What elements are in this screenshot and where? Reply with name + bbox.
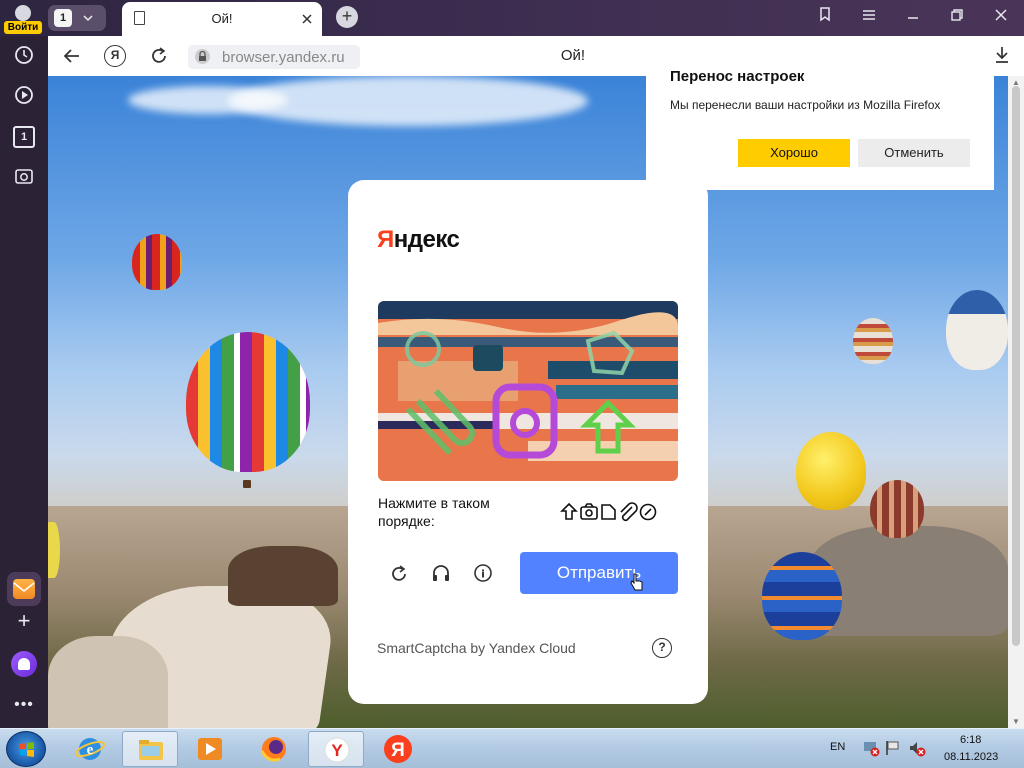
clock-date[interactable]: 08.11.2023 xyxy=(944,751,998,763)
captcha-instruction: Нажмите в таком порядке: xyxy=(378,495,490,529)
balloon-basket xyxy=(243,480,251,488)
new-tab-button[interactable]: + xyxy=(336,6,358,28)
add-panel-icon[interactable]: + xyxy=(13,610,35,632)
popup-text: Мы перенесли ваши настройки из Mozilla F… xyxy=(670,98,941,112)
firefox-icon[interactable] xyxy=(246,731,302,767)
popup-title: Перенос настроек xyxy=(670,68,805,85)
alice-assistant-icon[interactable] xyxy=(11,651,37,677)
history-icon[interactable] xyxy=(13,45,35,67)
user-avatar-icon xyxy=(15,5,31,21)
login-label: Войти xyxy=(4,21,42,34)
video-play-icon[interactable] xyxy=(13,85,35,107)
download-icon[interactable] xyxy=(992,44,1012,68)
media-player-icon[interactable] xyxy=(182,731,238,767)
file-explorer-icon[interactable] xyxy=(122,731,178,767)
yandex-logo: Яндекс xyxy=(377,226,460,254)
page-scrollbar[interactable]: ▲ ▼ xyxy=(1008,76,1024,728)
hand-cursor-icon xyxy=(630,572,644,592)
svg-text:i: i xyxy=(481,568,485,581)
refresh-captcha-icon[interactable] xyxy=(388,562,410,584)
flag-icon[interactable] xyxy=(884,739,902,760)
svg-text:e: e xyxy=(87,742,94,758)
captcha-image[interactable] xyxy=(378,301,678,481)
hot-air-balloon xyxy=(132,234,182,290)
restore-icon[interactable] xyxy=(942,6,972,28)
tab-title: Ой! xyxy=(211,11,233,26)
hot-air-balloon xyxy=(870,480,924,538)
close-window-icon[interactable] xyxy=(986,6,1016,28)
internet-explorer-icon[interactable]: e xyxy=(62,731,118,767)
menu-icon[interactable] xyxy=(854,6,884,28)
close-tab-icon[interactable] xyxy=(300,9,314,32)
start-button[interactable] xyxy=(6,731,46,767)
tabs-count-icon[interactable]: 1 xyxy=(13,126,35,148)
hot-air-balloon xyxy=(48,522,60,578)
hot-air-balloon xyxy=(796,432,866,510)
arrow-up-icon xyxy=(560,502,578,520)
tab-active[interactable]: Ой! xyxy=(122,2,322,36)
logo-rest: ндекс xyxy=(393,226,460,253)
hot-air-balloon xyxy=(762,552,842,640)
cloud xyxy=(128,86,288,114)
compass-icon xyxy=(639,503,657,521)
document-icon xyxy=(601,504,616,520)
browser-title-bar: Войти 1 Ой! + xyxy=(0,0,1024,36)
help-icon[interactable]: ? xyxy=(652,638,672,658)
yandex-icon[interactable]: Я xyxy=(370,731,426,767)
settings-import-popup: Перенос настроек Мы перенесли ваши настр… xyxy=(646,56,994,190)
bookmarks-icon[interactable] xyxy=(810,6,840,28)
yandex-browser-icon[interactable]: Y xyxy=(308,731,364,767)
mail-icon[interactable] xyxy=(7,572,41,606)
side-panel: 1 + ••• xyxy=(0,36,48,728)
scrollbar-thumb[interactable] xyxy=(1012,86,1020,646)
minimize-icon[interactable] xyxy=(898,6,928,28)
tab-count: 1 xyxy=(54,9,72,27)
profile-button[interactable]: Войти xyxy=(4,3,42,34)
screenshot-icon[interactable] xyxy=(13,166,35,188)
windows-flag-icon xyxy=(20,742,34,757)
rock-formation xyxy=(48,636,168,728)
logo-letter: Я xyxy=(377,226,394,253)
hot-air-balloon xyxy=(186,332,310,472)
language-indicator[interactable]: EN xyxy=(830,741,845,753)
volume-muted-icon[interactable] xyxy=(908,739,926,760)
submit-button[interactable]: Отправить xyxy=(520,552,678,594)
windows-taskbar: e Y Я EN 6:18 08.11.2023 xyxy=(0,728,1024,768)
hot-air-balloon xyxy=(853,318,893,364)
chevron-down-icon xyxy=(82,8,94,31)
network-error-icon[interactable] xyxy=(862,739,880,760)
svg-text:Y: Y xyxy=(331,741,343,760)
ok-button[interactable]: Хорошо xyxy=(738,139,850,167)
audio-captcha-icon[interactable] xyxy=(430,562,452,584)
rock-formation xyxy=(228,546,338,606)
envelope-icon xyxy=(13,579,35,599)
scroll-down-icon[interactable]: ▼ xyxy=(1008,717,1024,726)
camera-icon xyxy=(580,503,598,520)
more-dots-icon[interactable]: ••• xyxy=(10,696,38,714)
hot-air-balloon xyxy=(946,290,1008,370)
cancel-button[interactable]: Отменить xyxy=(858,139,970,167)
info-icon[interactable]: i xyxy=(472,562,494,584)
captcha-brand: SmartCaptcha by Yandex Cloud xyxy=(377,640,576,656)
clock-time[interactable]: 6:18 xyxy=(960,734,981,746)
captcha-card: Яндекс Нажмите в таком порядке: i Отправ… xyxy=(348,180,708,704)
tab-counter-button[interactable]: 1 xyxy=(48,5,106,31)
captcha-sequence xyxy=(560,500,660,524)
svg-text:Я: Я xyxy=(391,740,405,761)
paperclip-icon xyxy=(620,502,638,522)
